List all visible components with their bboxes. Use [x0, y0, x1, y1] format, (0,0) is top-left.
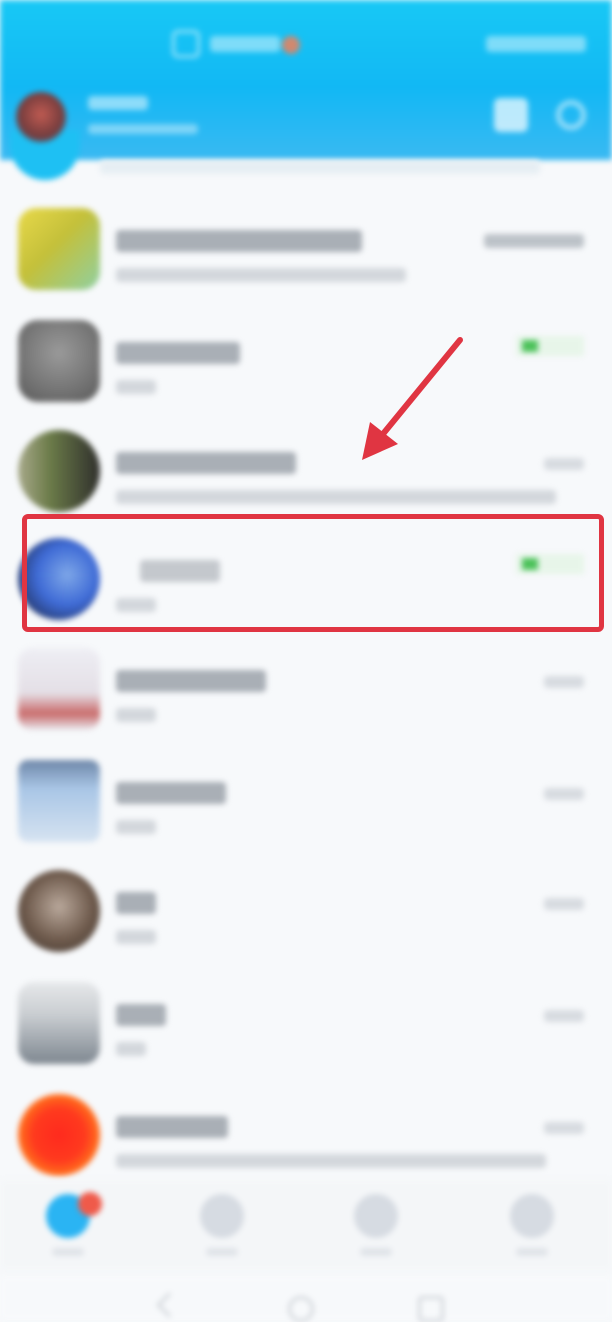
search-bar[interactable]	[100, 160, 540, 174]
app-header	[0, 0, 612, 180]
conversation-preview	[116, 708, 156, 722]
conversation-time	[544, 1010, 584, 1022]
chat-app-icon	[172, 30, 200, 58]
system-nav-bar	[0, 1276, 612, 1322]
home-icon[interactable]	[288, 1296, 314, 1322]
tab-label	[516, 1248, 548, 1256]
conversation-row-2[interactable]	[0, 312, 612, 420]
tab-discover[interactable]	[346, 1194, 406, 1264]
avatar	[18, 208, 100, 290]
app-title-text	[210, 36, 280, 52]
conversation-preview	[116, 490, 556, 504]
app-title	[172, 28, 302, 60]
conversation-preview	[116, 820, 156, 834]
avatar	[18, 430, 100, 512]
conversation-row-8[interactable]	[0, 974, 612, 1082]
profile-icon	[510, 1194, 554, 1238]
avatar	[18, 760, 100, 842]
conversation-time	[484, 234, 584, 248]
conversation-name	[116, 1004, 166, 1026]
tab-label	[52, 1248, 84, 1256]
conversation-name	[116, 1116, 228, 1138]
conversation-preview	[116, 930, 156, 944]
discover-icon	[354, 1194, 398, 1238]
conversation-name	[116, 782, 226, 804]
contacts-icon[interactable]	[494, 98, 528, 132]
conversation-time	[544, 458, 584, 470]
recents-icon[interactable]	[418, 1296, 444, 1322]
conversation-time	[544, 788, 584, 800]
conversation-preview	[116, 268, 406, 282]
back-icon[interactable]	[156, 1292, 182, 1318]
user-name	[88, 96, 148, 110]
conversation-time	[544, 676, 584, 688]
conversation-row-5[interactable]	[0, 640, 612, 748]
title-dot-icon	[282, 36, 300, 54]
highlight-box	[22, 514, 604, 632]
conversation-time	[544, 1122, 584, 1134]
tab-label	[360, 1248, 392, 1256]
conversation-name	[116, 342, 240, 364]
header-right-text[interactable]	[486, 36, 586, 52]
add-icon[interactable]	[556, 100, 586, 130]
tab-label	[206, 1248, 238, 1256]
avatar	[18, 982, 100, 1064]
avatar	[18, 320, 100, 402]
conversation-row-1[interactable]	[0, 200, 612, 308]
conversation-name	[116, 452, 296, 474]
conversation-name	[116, 230, 362, 252]
avatar	[18, 870, 100, 952]
user-status	[88, 124, 198, 134]
conversation-row-9[interactable]	[0, 1086, 612, 1194]
conversation-preview	[116, 380, 156, 394]
conversation-name	[116, 892, 156, 914]
user-avatar[interactable]	[16, 92, 66, 142]
conversation-name	[116, 670, 266, 692]
status-badge	[516, 336, 584, 356]
conversation-row-7[interactable]	[0, 862, 612, 970]
arrow-icon	[362, 337, 463, 460]
conversation-time	[544, 898, 584, 910]
conversation-row-6[interactable]	[0, 752, 612, 860]
conversation-preview	[116, 1154, 546, 1168]
avatar	[18, 1094, 100, 1176]
conversation-preview	[116, 1042, 146, 1056]
unread-badge	[78, 1192, 102, 1216]
avatar	[18, 648, 100, 730]
tab-profile[interactable]	[502, 1194, 562, 1264]
tab-contacts[interactable]	[192, 1194, 252, 1264]
contacts-icon	[200, 1194, 244, 1238]
